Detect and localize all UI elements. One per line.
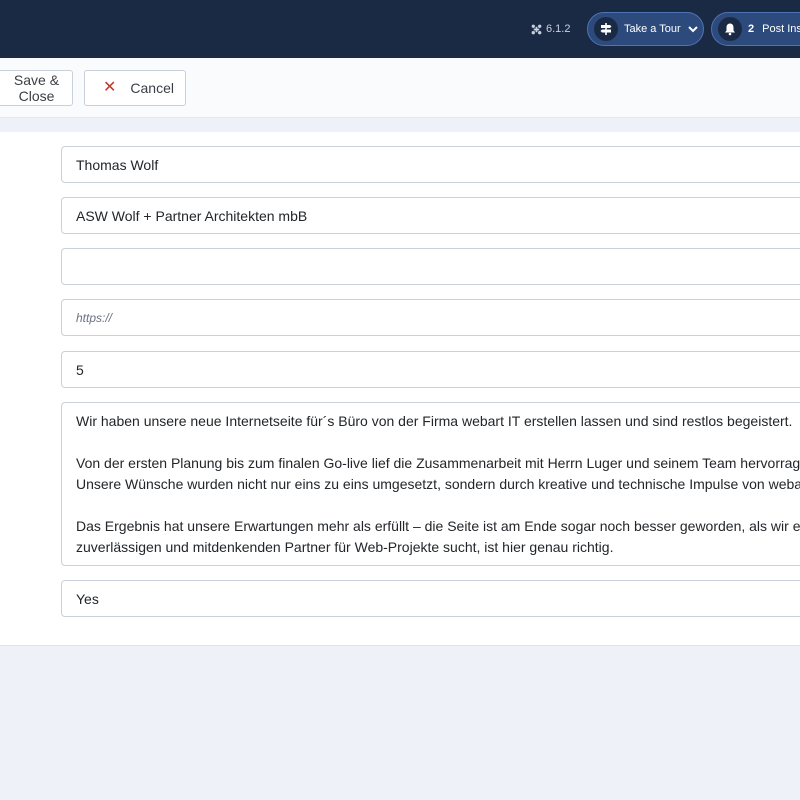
save-close-label: Save & Close (13, 72, 60, 104)
bell-icon (725, 23, 735, 36)
post-installation-label: Post Installation Messages (762, 23, 800, 35)
post-installation-messages-button[interactable]: 2 Post Installation Messages (711, 12, 800, 46)
close-icon: ✕ (103, 79, 117, 96)
top-header: 6.1.2 Take a Tour 2 Post Installation Me… (0, 0, 800, 58)
review-textarea[interactable]: Wir haben unsere neue Internetseite für´… (61, 402, 800, 566)
take-tour-label: Take a Tour (624, 23, 681, 35)
company-value: ASW Wolf + Partner Architekten mbB (76, 207, 308, 224)
chevron-down-icon (687, 26, 698, 33)
notification-count-badge: 2 (748, 23, 755, 35)
save-close-button[interactable]: Save & Close (0, 70, 73, 106)
signpost-icon (600, 23, 612, 35)
testimonial-form: Thomas Wolf ASW Wolf + Partner Architekt… (0, 132, 800, 646)
published-value: Yes (76, 590, 99, 607)
rating-field[interactable]: 5 (61, 351, 800, 388)
company-field[interactable]: ASW Wolf + Partner Architekten mbB (61, 197, 800, 234)
name-field[interactable]: Thomas Wolf (61, 146, 800, 183)
name-value: Thomas Wolf (76, 156, 159, 173)
version-label: 6.1.2 (546, 23, 571, 35)
tour-icon-wrap (594, 17, 618, 41)
version-info: 6.1.2 (531, 21, 570, 37)
cancel-button[interactable]: ✕ Cancel (84, 70, 186, 106)
published-select[interactable]: Yes (61, 580, 800, 617)
email-field[interactable] (61, 248, 800, 285)
website-field[interactable]: https:// (61, 299, 800, 336)
action-toolbar: Save & Close ✕ Cancel (0, 58, 800, 118)
content-spacer (0, 118, 800, 132)
cancel-label: Cancel (130, 80, 174, 96)
take-tour-button[interactable]: Take a Tour (587, 12, 704, 46)
bell-icon-wrap (718, 17, 742, 41)
website-placeholder: https:// (76, 310, 113, 325)
joomla-icon (531, 24, 542, 34)
rating-value: 5 (76, 361, 84, 378)
